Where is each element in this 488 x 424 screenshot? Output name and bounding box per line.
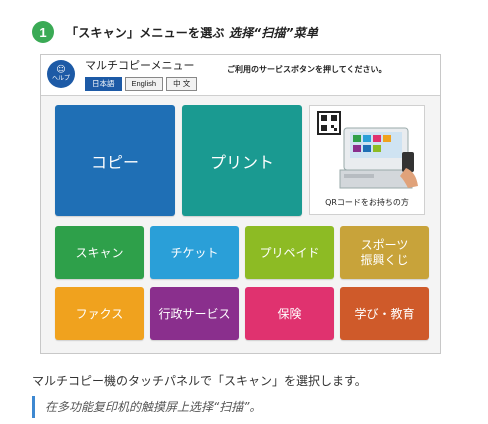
step-title-ja: 「スキャン」メニューを選ぶ xyxy=(66,25,225,40)
service-grid: コピー プリント QRコードをお持ちの方 スキャン チケット プリペイド スポー… xyxy=(41,96,440,353)
copy-button[interactable]: コピー xyxy=(55,105,175,216)
help-face-icon: ☺ xyxy=(56,65,66,75)
step-header: 1 「スキャン」メニューを選ぶ 选择“扫描”菜单 xyxy=(32,20,318,44)
qr-caption: QRコードをお持ちの方 xyxy=(325,198,409,207)
step-number-badge: 1 xyxy=(32,21,54,43)
language-switcher: 日本語 English 中 文 xyxy=(85,77,198,91)
touch-panel-screenshot: ☺ ヘルプ マルチコピーメニュー 日本語 English 中 文 ご利用のサービ… xyxy=(40,54,441,354)
translation-note: 在多功能复印机的触摸屏上选择“扫描”。 xyxy=(32,396,261,418)
fax-button[interactable]: ファクス xyxy=(55,287,144,340)
language-button-chinese[interactable]: 中 文 xyxy=(166,77,198,91)
insurance-button[interactable]: 保険 xyxy=(245,287,334,340)
help-button[interactable]: ☺ ヘルプ xyxy=(47,60,75,88)
sports-lottery-button[interactable]: スポーツ 振興くじ xyxy=(340,226,429,279)
panel-header: ☺ ヘルプ マルチコピーメニュー 日本語 English 中 文 ご利用のサービ… xyxy=(41,55,440,96)
sports-lottery-line1: スポーツ xyxy=(360,237,409,252)
step-title: 「スキャン」メニューを選ぶ 选择“扫描”菜单 xyxy=(66,24,318,41)
ticket-button[interactable]: チケット xyxy=(150,226,239,279)
print-button[interactable]: プリント xyxy=(182,105,302,216)
instruction-text: ご利用のサービスボタンを押してください。 xyxy=(227,65,387,74)
sports-lottery-line2: 振興くじ xyxy=(360,252,409,267)
language-button-english[interactable]: English xyxy=(124,77,164,91)
scan-button[interactable]: スキャン xyxy=(55,226,144,279)
government-services-button[interactable]: 行政サービス xyxy=(150,287,239,340)
help-label: ヘルプ xyxy=(51,75,70,82)
step-title-zh: 选择“扫描”菜单 xyxy=(229,25,319,40)
qr-kiosk-illustration-icon xyxy=(317,111,418,189)
menu-title: マルチコピーメニュー xyxy=(85,59,195,72)
education-button[interactable]: 学び・教育 xyxy=(340,287,429,340)
prepaid-button[interactable]: プリペイド xyxy=(245,226,334,279)
description-text: マルチコピー機のタッチパネルで「スキャン」を選択します。 xyxy=(32,374,367,388)
qr-code-button[interactable]: QRコードをお持ちの方 xyxy=(309,105,425,215)
language-button-japanese[interactable]: 日本語 xyxy=(85,77,122,91)
